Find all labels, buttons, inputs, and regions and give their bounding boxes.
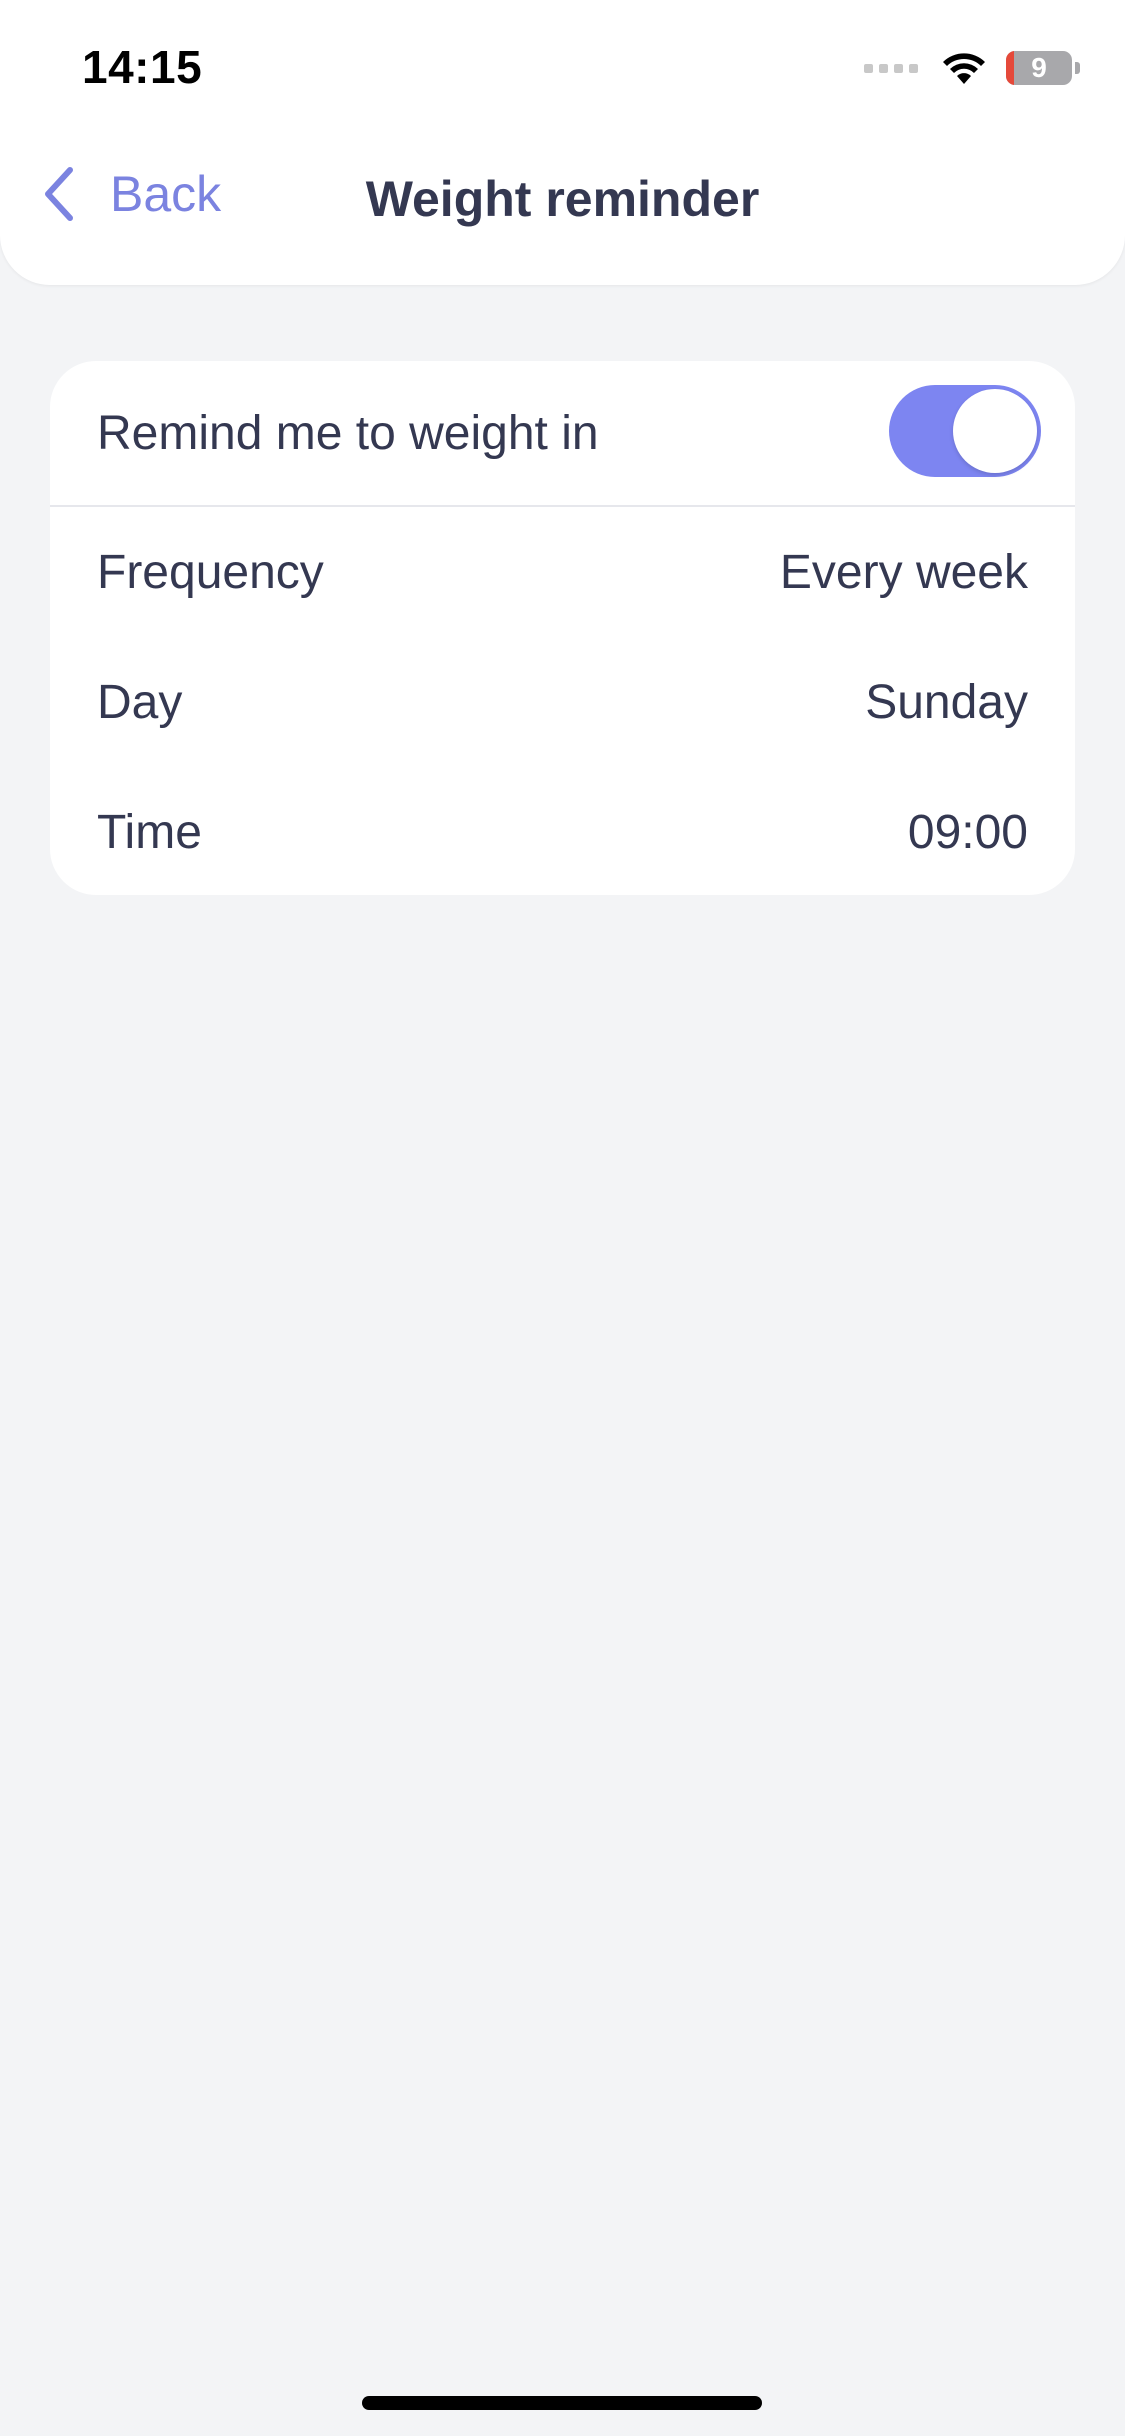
page-title: Weight reminder bbox=[365, 171, 760, 227]
time-row[interactable]: Time 09:00 bbox=[50, 767, 1075, 895]
day-row[interactable]: Day Sunday bbox=[50, 637, 1075, 767]
frequency-label: Frequency bbox=[97, 546, 324, 599]
battery-level: 9 bbox=[1031, 52, 1047, 83]
toggle-knob bbox=[953, 389, 1037, 473]
reminder-settings-card: Remind me to weight in Frequency Every w… bbox=[50, 361, 1075, 895]
status-time: 14:15 bbox=[82, 41, 203, 93]
frequency-row[interactable]: Frequency Every week bbox=[50, 507, 1075, 637]
navigation-header: 14:15 9 Back Weight reminder bbox=[0, 0, 1125, 285]
time-label: Time bbox=[97, 806, 202, 859]
home-indicator[interactable] bbox=[362, 2396, 762, 2410]
wifi-icon bbox=[943, 53, 985, 84]
remind-toggle-label: Remind me to weight in bbox=[97, 407, 599, 460]
battery-tip bbox=[1075, 62, 1080, 74]
battery-icon: 9 bbox=[1006, 51, 1072, 85]
remind-toggle-switch[interactable] bbox=[889, 385, 1041, 477]
cellular-signal-icon bbox=[864, 63, 918, 73]
day-value: Sunday bbox=[865, 676, 1028, 729]
status-icons: 9 bbox=[864, 48, 1080, 88]
frequency-value: Every week bbox=[779, 546, 1028, 599]
day-label: Day bbox=[97, 676, 183, 729]
time-value: 09:00 bbox=[907, 806, 1028, 859]
remind-toggle-row: Remind me to weight in bbox=[50, 361, 1075, 507]
